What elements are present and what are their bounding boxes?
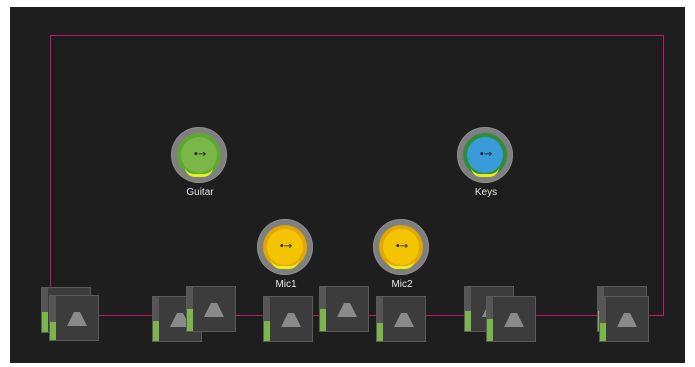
source-knob[interactable]: •→ xyxy=(457,127,513,183)
room-boundary xyxy=(50,35,664,316)
level-meter-track xyxy=(153,297,159,341)
source-knob[interactable]: •→ xyxy=(171,127,227,183)
level-meter-fill xyxy=(264,321,270,341)
level-meter-fill xyxy=(465,311,471,331)
speaker-4[interactable] xyxy=(186,286,236,332)
source-label: Mic2 xyxy=(391,279,413,290)
speaker-cone-icon xyxy=(67,312,87,326)
level-meter-fill xyxy=(487,319,493,341)
speaker-cone-icon xyxy=(504,313,524,327)
source-label: Keys xyxy=(474,187,498,198)
speaker-cone-icon xyxy=(617,313,637,327)
speaker-7[interactable] xyxy=(376,296,426,342)
mix-canvas[interactable]: •→ Guitar •→ Keys •→ Mic1 •→ Mic2 xyxy=(10,7,685,363)
source-label: Mic1 xyxy=(275,279,297,290)
speaker-cone-icon xyxy=(394,313,414,327)
level-meter-track xyxy=(264,297,270,341)
level-meter-track xyxy=(600,297,606,341)
level-meter-track xyxy=(50,296,56,340)
speaker-5[interactable] xyxy=(263,296,313,342)
speaker-cone-icon xyxy=(204,303,224,317)
source-label: Guitar xyxy=(186,187,214,198)
level-meter-track xyxy=(465,287,471,331)
level-meter-fill xyxy=(50,322,56,340)
source-knob[interactable]: •→ xyxy=(373,219,429,275)
level-meter-fill xyxy=(153,321,159,341)
level-meter-fill xyxy=(377,323,383,341)
speaker-cone-icon xyxy=(281,313,301,327)
speaker-11[interactable] xyxy=(599,296,649,342)
level-meter-track xyxy=(487,297,493,341)
speaker-cone-icon xyxy=(337,303,357,317)
speaker-6[interactable] xyxy=(319,286,369,332)
level-meter-track xyxy=(377,297,383,341)
level-meter-track xyxy=(320,287,326,331)
speaker-2[interactable] xyxy=(49,295,99,341)
level-meter-fill xyxy=(187,309,193,331)
level-meter-fill xyxy=(42,312,48,332)
level-meter-fill xyxy=(320,309,326,331)
source-knob[interactable]: •→ xyxy=(257,219,313,275)
level-meter-track xyxy=(42,288,48,332)
level-meter-fill xyxy=(600,323,606,341)
level-meter-track xyxy=(187,287,193,331)
speaker-9[interactable] xyxy=(486,296,536,342)
